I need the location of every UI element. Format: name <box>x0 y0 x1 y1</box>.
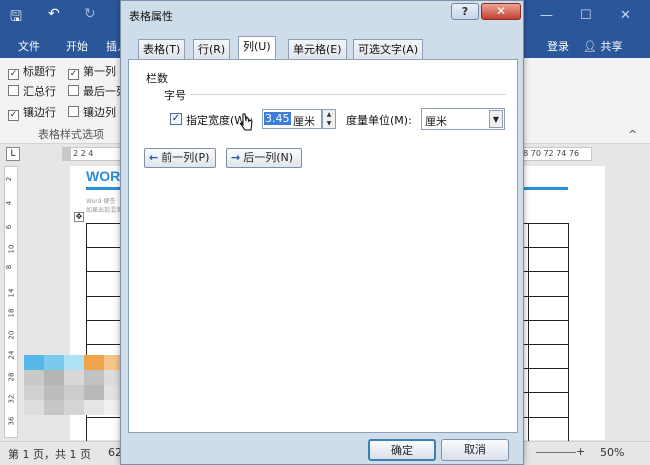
table-move-handle-icon[interactable]: ✥ <box>74 212 84 222</box>
zoom-level[interactable]: 50% <box>600 446 624 459</box>
width-unit: 厘米 <box>293 115 315 128</box>
measure-unit-select[interactable]: 厘米 ▼ <box>421 108 505 130</box>
checkmark-icon: ✓ <box>8 110 19 121</box>
tab-home[interactable]: 开始 <box>66 38 88 54</box>
zoom-in-icon[interactable]: + <box>576 445 585 458</box>
maximize-icon[interactable]: ☐ <box>580 8 592 23</box>
document-text-line: 如果出现混淆 <box>86 207 123 214</box>
spin-down-icon[interactable]: ▼ <box>323 119 335 128</box>
next-column-button[interactable]: → 后一列(N) <box>226 148 302 168</box>
window-close-icon[interactable]: ✕ <box>620 8 631 23</box>
width-spinner[interactable]: ▲ ▼ <box>322 109 336 129</box>
pixelated-watermark <box>24 355 124 445</box>
tab-cell[interactable]: 单元格(E) <box>288 39 347 59</box>
dialog-title: 表格属性 <box>129 10 173 23</box>
cancel-button[interactable]: 取消 <box>441 439 509 461</box>
share-button[interactable]: 👤︎ 共享 <box>583 38 622 54</box>
person-icon: 👤︎ <box>583 40 597 53</box>
banded-rows-checkbox[interactable]: ✓ 镶边行 <box>8 104 56 121</box>
minimize-icon[interactable]: — <box>540 8 553 23</box>
total-row-checkbox[interactable]: 汇总行 <box>8 83 56 99</box>
checkmark-icon: ✓ <box>8 69 19 80</box>
vertical-ruler: 246 10 8 14 18 20 24 28 32 36 <box>4 166 18 438</box>
close-button[interactable]: ✕ <box>481 3 521 20</box>
measure-unit-label: 度量单位(M): <box>346 114 412 127</box>
page-count: 第 1 页，共 1 页 <box>8 448 91 461</box>
undo-icon[interactable]: ↶ <box>48 6 60 22</box>
arrow-left-icon: ← <box>149 151 159 164</box>
specify-width-checkbox[interactable]: ✓ <box>170 113 182 125</box>
mouse-cursor-icon <box>239 113 253 131</box>
redo-icon[interactable]: ↻ <box>84 6 96 22</box>
checkmark-icon: ✓ <box>68 69 79 80</box>
collapse-ribbon-icon[interactable]: ^ <box>628 128 637 141</box>
previous-column-button[interactable]: ← 前一列(P) <box>144 148 216 168</box>
measure-unit-value: 厘米 <box>425 115 447 128</box>
tab-alt-text[interactable]: 可选文字(A) <box>353 39 424 59</box>
tab-stop-selector[interactable]: L <box>6 147 20 161</box>
style-options-group-label: 表格样式选项 <box>38 128 104 141</box>
banded-columns-checkbox[interactable]: 镶边列 <box>68 104 116 120</box>
first-column-checkbox[interactable]: ✓ 第一列 <box>68 63 116 80</box>
table-properties-dialog: 表格属性 ? ✕ 表格(T) 行(R) 列(U) 单元格(E) 可选文字(A) … <box>120 0 524 465</box>
checkmark-icon: ✓ <box>171 113 181 124</box>
tab-file[interactable]: 文件 <box>18 38 40 54</box>
section-title: 栏数 <box>146 72 168 85</box>
chevron-down-icon[interactable]: ▼ <box>489 110 503 128</box>
help-button[interactable]: ? <box>451 3 479 20</box>
save-icon[interactable]: 🖫 <box>10 6 22 30</box>
header-row-checkbox[interactable]: ✓ 标题行 <box>8 63 56 80</box>
subsection-title: 字号 <box>164 89 186 102</box>
login-link[interactable]: 登录 <box>547 38 569 54</box>
zoom-slider[interactable] <box>536 452 576 453</box>
ok-button[interactable]: 确定 <box>368 439 436 461</box>
arrow-right-icon: → <box>231 151 241 164</box>
last-column-checkbox[interactable]: 最后一列 <box>68 83 127 99</box>
tab-row[interactable]: 行(R) <box>193 39 231 59</box>
section-divider <box>190 94 506 95</box>
tab-table[interactable]: 表格(T) <box>138 39 186 59</box>
width-input[interactable]: 3.45 厘米 <box>262 109 322 129</box>
width-value: 3.45 <box>264 112 291 125</box>
tab-column[interactable]: 列(U) <box>238 36 276 59</box>
spin-up-icon[interactable]: ▲ <box>323 110 335 119</box>
document-text-line: Word 便签 <box>86 198 116 205</box>
